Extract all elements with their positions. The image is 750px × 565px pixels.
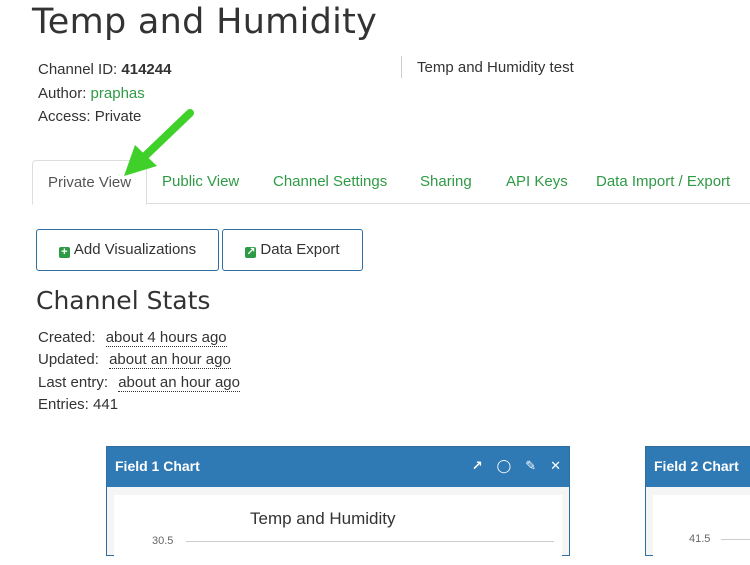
access-value: Private	[94, 108, 142, 125]
author-label: Author:	[38, 84, 87, 102]
created-label: Created:	[38, 329, 96, 346]
edit-pencil-icon[interactable]: ✎	[525, 447, 536, 485]
channel-meta: Channel ID: 414244 Author: praphas Acces…	[38, 58, 171, 129]
field1-panel-header: Field 1 Chart ↗ ◯ ✎ ✕	[107, 447, 569, 487]
field2-ytick-label: 41.5	[689, 533, 711, 545]
field1-chart-title: Temp and Humidity	[250, 509, 396, 528]
field2-chart-panel: Field 2 Chart 41.5	[645, 446, 750, 565]
close-icon[interactable]: ✕	[550, 447, 561, 485]
description-divider	[401, 56, 402, 78]
field1-ytick-label: 30.5	[152, 535, 174, 547]
field1-panel-title: Field 1 Chart	[115, 458, 200, 474]
field2-gridline	[721, 539, 750, 540]
add-visualizations-label: Add Visualizations	[73, 241, 197, 258]
channel-description: Temp and Humidity test	[417, 59, 574, 76]
stat-entries: Entries: 441	[38, 395, 119, 413]
stat-updated: Updated: about an hour ago	[38, 349, 240, 371]
created-value: about 4 hours ago	[105, 329, 227, 347]
access-row: Access: Private	[38, 105, 171, 129]
field2-chart-area: 41.5	[653, 495, 750, 565]
comment-icon[interactable]: ◯	[497, 447, 512, 485]
add-visualizations-button[interactable]: + Add Visualizations	[36, 229, 219, 271]
field2-panel-header: Field 2 Chart	[646, 447, 750, 487]
field1-chart-panel: Field 1 Chart ↗ ◯ ✎ ✕ Temp and Humidity …	[106, 446, 570, 565]
channel-id-row: Channel ID: 414244	[38, 58, 171, 82]
field1-panel-actions: ↗ ◯ ✎ ✕	[472, 447, 561, 485]
stat-last-entry: Last entry: about an hour ago	[38, 372, 240, 394]
field1-gridline	[186, 541, 554, 542]
channel-tabs: Private View Public View Channel Setting…	[32, 160, 750, 205]
last-entry-value: about an hour ago	[118, 373, 240, 392]
data-export-label: Data Export	[260, 241, 340, 258]
channel-stats: Created: about 4 hours ago Updated: abou…	[38, 327, 240, 416]
author-link[interactable]: praphas	[91, 85, 145, 102]
author-row: Author: praphas	[38, 82, 171, 106]
page-title: Temp and Humidity	[32, 2, 378, 42]
updated-label: Updated:	[38, 351, 99, 369]
tab-data-import-export[interactable]: Data Import / Export	[581, 160, 745, 204]
field2-panel-title: Field 2 Chart	[654, 458, 739, 474]
external-link-icon: ↗	[245, 246, 257, 258]
channel-id-label: Channel ID:	[38, 61, 118, 78]
channel-stats-title: Channel Stats	[36, 286, 211, 315]
tab-private-view[interactable]: Private View	[32, 160, 148, 205]
tab-sharing[interactable]: Sharing	[405, 160, 487, 204]
plus-icon: +	[58, 247, 70, 258]
updated-value: about an hour ago	[109, 351, 231, 370]
tab-public-view[interactable]: Public View	[147, 160, 254, 204]
last-entry-label: Last entry:	[38, 373, 109, 391]
tab-api-keys[interactable]: API Keys	[491, 160, 583, 204]
channel-id-value: 414244	[121, 61, 172, 78]
tab-channel-settings[interactable]: Channel Settings	[258, 160, 402, 204]
data-export-button[interactable]: ↗ Data Export	[222, 229, 363, 271]
open-in-new-window-icon[interactable]: ↗	[472, 447, 483, 485]
access-label: Access:	[38, 108, 91, 125]
stat-created: Created: about 4 hours ago	[38, 327, 240, 349]
field1-chart-area: Temp and Humidity 30.5	[114, 495, 562, 565]
